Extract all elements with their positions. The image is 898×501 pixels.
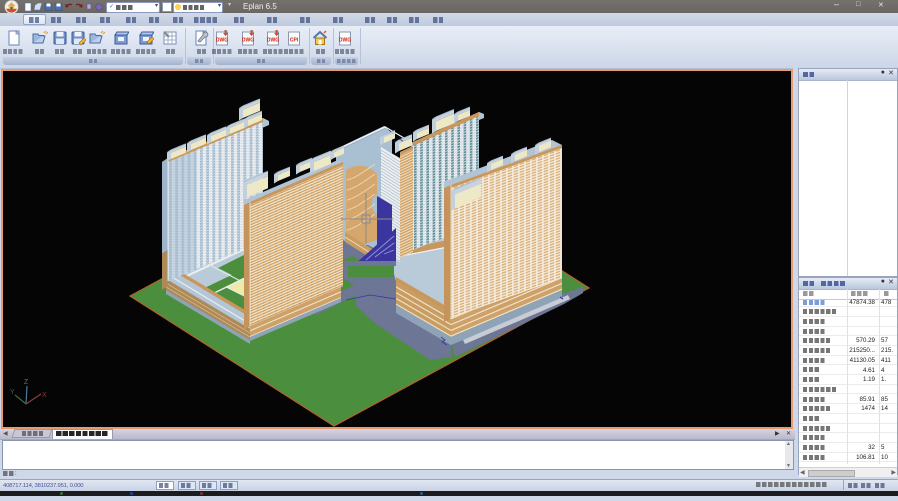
svg-text:DWG: DWG bbox=[267, 38, 279, 44]
svg-text:DWG: DWG bbox=[216, 38, 228, 44]
svg-text:Z: Z bbox=[24, 379, 29, 386]
svg-text:CPI: CPI bbox=[290, 38, 299, 44]
svg-text:DWG: DWG bbox=[242, 38, 254, 44]
svg-text:X: X bbox=[42, 392, 47, 399]
svg-text:Y: Y bbox=[10, 389, 15, 396]
svg-text:DWG: DWG bbox=[339, 38, 351, 44]
